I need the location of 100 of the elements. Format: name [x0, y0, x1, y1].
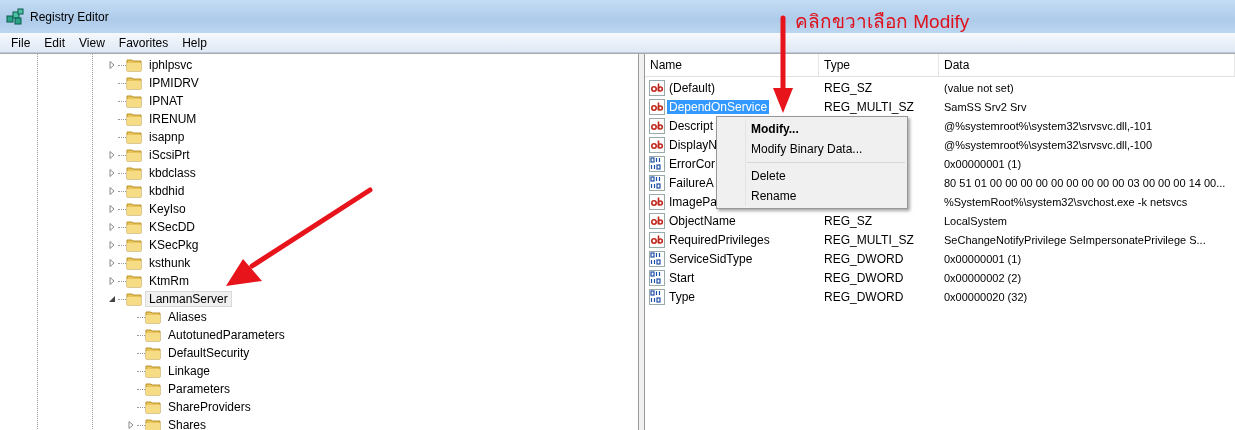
tree-item[interactable]: isapnp	[145, 129, 189, 145]
expand-triangle-icon[interactable]	[108, 277, 116, 285]
column-header[interactable]: Type	[819, 54, 939, 76]
string-value-icon	[649, 212, 665, 229]
context-menu-item[interactable]: Modify...	[717, 119, 907, 139]
collapse-triangle-icon[interactable]	[108, 295, 116, 303]
folder-icon	[126, 256, 142, 270]
menu-item[interactable]: Favorites	[111, 33, 176, 52]
value-data: SeChangeNotifyPrivilege SeImpersonatePrivilege S...	[944, 233, 1206, 246]
binary-value-icon	[649, 288, 665, 305]
value-data: SamSS Srv2 Srv	[944, 100, 1027, 113]
expand-triangle-icon[interactable]	[108, 241, 116, 249]
value-name[interactable]: Type	[667, 289, 697, 304]
value-data: (value not set)	[944, 81, 1014, 94]
folder-icon	[145, 328, 161, 342]
expand-triangle-icon[interactable]	[108, 151, 116, 159]
value-name[interactable]: Start	[667, 270, 697, 285]
context-menu-item[interactable]: Delete	[717, 166, 907, 186]
value-name[interactable]: RequiredPrivileges	[667, 232, 772, 247]
tree-item[interactable]: DefaultSecurity	[164, 345, 254, 361]
value-data: 0x00000002 (2)	[944, 271, 1022, 284]
folder-icon	[126, 220, 142, 234]
value-data: @%systemroot%\system32\srvsvc.dll,-100	[944, 138, 1152, 151]
folder-icon	[126, 238, 142, 252]
value-type: REG_MULTI_SZ	[824, 232, 914, 247]
context-menu-item[interactable]: Modify Binary Data...	[717, 139, 907, 159]
folder-icon	[145, 364, 161, 378]
folder-icon	[126, 130, 142, 144]
expand-triangle-icon[interactable]	[108, 187, 116, 195]
context-menu-item[interactable]: Rename	[717, 186, 907, 206]
folder-icon	[126, 202, 142, 216]
tree-item[interactable]: ksthunk	[145, 255, 195, 271]
binary-value-icon	[649, 269, 665, 286]
window-title: Registry Editor	[30, 9, 109, 24]
value-type: REG_SZ	[824, 80, 872, 95]
tree-item[interactable]: Shares	[164, 417, 211, 430]
tree-item[interactable]: AutotunedParameters	[164, 327, 289, 343]
value-name[interactable]: ImagePa	[667, 194, 720, 209]
value-name[interactable]: DisplayN	[667, 137, 719, 152]
folder-icon	[126, 94, 142, 108]
value-name[interactable]: ErrorCor	[667, 156, 717, 171]
tree-item[interactable]: Aliases	[164, 309, 211, 325]
value-type: REG_DWORD	[824, 270, 904, 285]
folder-icon	[145, 382, 161, 396]
value-name[interactable]: ObjectName	[667, 213, 738, 228]
string-value-icon	[649, 98, 665, 115]
column-header[interactable]: Data	[939, 54, 1235, 76]
menu-item[interactable]: Edit	[37, 33, 73, 52]
menu-item[interactable]: View	[72, 33, 112, 52]
expand-triangle-icon[interactable]	[108, 223, 116, 231]
expand-triangle-icon[interactable]	[127, 421, 135, 429]
expand-triangle-icon[interactable]	[108, 259, 116, 267]
expand-triangle-icon[interactable]	[108, 61, 116, 69]
folder-icon	[126, 274, 142, 288]
tree-item[interactable]: ShareProviders	[164, 399, 255, 415]
expand-triangle-icon[interactable]	[108, 169, 116, 177]
tree-item[interactable]: IPNAT	[145, 93, 188, 109]
folder-icon	[145, 310, 161, 324]
value-data: LocalSystem	[944, 214, 1007, 227]
tree-item[interactable]: IPMIDRV	[145, 75, 203, 91]
string-value-icon	[649, 136, 665, 153]
tree-item[interactable]: Linkage	[164, 363, 215, 379]
tree-item[interactable]: KSecDD	[145, 219, 199, 235]
value-type: REG_DWORD	[824, 251, 904, 266]
value-data: 0x00000001 (1)	[944, 252, 1022, 265]
tree-item[interactable]: KtmRm	[145, 273, 193, 289]
value-type: REG_DWORD	[824, 289, 904, 304]
expand-triangle-icon[interactable]	[108, 205, 116, 213]
tree-item[interactable]: KeyIso	[145, 201, 190, 217]
folder-icon	[126, 166, 142, 180]
folder-icon	[145, 400, 161, 414]
value-data: %SystemRoot%\system32\svchost.exe -k netsvcs	[944, 195, 1188, 208]
tree-item[interactable]: iphlpsvc	[145, 57, 197, 73]
value-name[interactable]: FailureA	[667, 175, 716, 190]
value-name[interactable]: Descript	[667, 118, 715, 133]
folder-icon	[145, 346, 161, 360]
folder-icon	[126, 58, 142, 72]
tree-item[interactable]: IRENUM	[145, 111, 201, 127]
value-data: 0x00000020 (32)	[944, 290, 1028, 303]
column-header[interactable]: Name	[645, 54, 819, 76]
folder-icon	[126, 76, 142, 90]
tree-item[interactable]: kbdclass	[145, 165, 200, 181]
tree-item[interactable]: LanmanServer	[145, 291, 232, 307]
value-type: REG_MULTI_SZ	[824, 99, 914, 114]
value-data: @%systemroot%\system32\srvsvc.dll,-101	[944, 119, 1152, 132]
value-data: 80 51 01 00 00 00 00 00 00 00 00 00 03 00 00 00 14 00...	[944, 176, 1226, 189]
value-name[interactable]: (Default)	[667, 80, 717, 95]
value-name[interactable]: ServiceSidType	[667, 251, 755, 266]
binary-value-icon	[649, 250, 665, 267]
menu-item[interactable]: File	[4, 33, 38, 52]
string-value-icon	[649, 193, 665, 210]
string-value-icon	[649, 117, 665, 134]
registry-cubes-icon	[6, 7, 24, 26]
tree-item[interactable]: kbdhid	[145, 183, 189, 199]
tree-item[interactable]: iScsiPrt	[145, 147, 194, 163]
binary-value-icon	[649, 174, 665, 191]
menu-item[interactable]: Help	[175, 33, 214, 52]
tree-item[interactable]: Parameters	[164, 381, 235, 397]
annotation-text: คลิกขวาเลือก Modify	[795, 10, 970, 34]
tree-item[interactable]: KSecPkg	[145, 237, 203, 253]
